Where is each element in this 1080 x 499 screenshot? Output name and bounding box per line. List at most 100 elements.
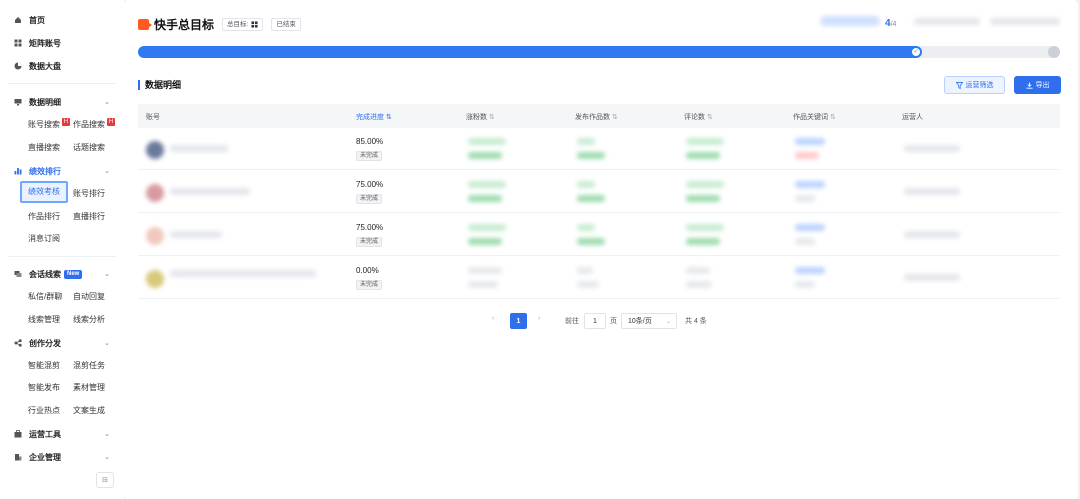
progress-value: 75.00% bbox=[356, 180, 384, 189]
progress-end-dot bbox=[1048, 46, 1060, 58]
redacted-text bbox=[914, 18, 980, 25]
prev-page-button[interactable]: ‹ bbox=[492, 315, 494, 322]
grid-small-icon bbox=[251, 21, 258, 28]
button-label: 导出 bbox=[1035, 82, 1050, 89]
sub-auto-reply[interactable]: 自动回复 bbox=[73, 289, 105, 305]
sort-icon: ⇅ bbox=[488, 114, 495, 121]
redacted-text bbox=[795, 267, 825, 274]
redacted-text bbox=[468, 238, 502, 245]
chat-icon bbox=[14, 270, 22, 278]
avatar bbox=[146, 141, 164, 159]
select-value: 10条/页 bbox=[628, 318, 652, 325]
count-sub: /4 bbox=[890, 21, 897, 28]
table-row[interactable]: 85.00% 未完成 bbox=[138, 128, 1060, 170]
redacted-text bbox=[577, 138, 595, 145]
table-row[interactable]: 75.00% 未完成 bbox=[138, 214, 1060, 256]
redacted-text bbox=[686, 138, 724, 145]
nav-group-leads[interactable]: 会话线索 New ⌄ bbox=[0, 265, 124, 283]
nav-item-dashboard[interactable]: 数据大盘 bbox=[0, 57, 124, 75]
sub-message-subscription[interactable]: 消息订阅 bbox=[28, 231, 60, 247]
sub-live-search[interactable]: 直播搜索 bbox=[28, 140, 60, 156]
sub-topic-search[interactable]: 话题搜索 bbox=[73, 140, 105, 156]
check-icon: ✓ bbox=[912, 48, 920, 56]
nav-label: 绩效排行 bbox=[29, 166, 61, 176]
sub-copy-generation[interactable]: 文案生成 bbox=[73, 403, 105, 419]
page-size-select[interactable]: 10条/页 ⌄ bbox=[621, 313, 677, 329]
chart-pie-icon bbox=[14, 62, 22, 70]
nav-item-home[interactable]: 首页 bbox=[0, 11, 124, 29]
sub-account-ranking[interactable]: 账号排行 bbox=[73, 186, 105, 202]
ops-filter-button[interactable]: 运营筛选 bbox=[944, 76, 1005, 94]
filter-icon bbox=[955, 81, 963, 89]
sub-private-chat[interactable]: 私信/群聊 bbox=[28, 289, 62, 305]
redacted-text bbox=[577, 224, 595, 231]
bar-chart-icon bbox=[14, 167, 22, 175]
column-label: 完成进度 bbox=[356, 114, 384, 121]
table-row[interactable]: 75.00% 未完成 bbox=[138, 171, 1060, 213]
chevron-down-icon: ⌄ bbox=[104, 431, 110, 438]
avatar bbox=[146, 184, 164, 202]
total-count: 共 4 条 bbox=[685, 318, 707, 325]
page-button-current[interactable]: 1 bbox=[510, 313, 527, 329]
column-header-fans-gain[interactable]: 涨粉数 ⇅ bbox=[466, 112, 495, 122]
sub-live-ranking[interactable]: 直播排行 bbox=[73, 209, 105, 225]
table-row[interactable]: 0.00% 未完成 bbox=[138, 257, 1060, 299]
progress-fill bbox=[138, 46, 922, 58]
column-header-comments[interactable]: 评论数 ⇅ bbox=[684, 112, 713, 122]
sub-works-ranking[interactable]: 作品排行 bbox=[28, 209, 60, 225]
chevron-down-icon: ⌄ bbox=[104, 271, 110, 278]
progress-value: 85.00% bbox=[356, 137, 384, 146]
download-icon bbox=[1025, 81, 1033, 89]
column-header-progress[interactable]: 完成进度 ⇅ bbox=[356, 112, 392, 122]
redacted-text bbox=[577, 238, 605, 245]
redacted-text bbox=[577, 152, 605, 159]
divider bbox=[8, 83, 116, 84]
redacted-text bbox=[795, 138, 825, 145]
redacted-text bbox=[170, 270, 316, 277]
column-header-works-published[interactable]: 发布作品数 ⇅ bbox=[575, 112, 618, 122]
redacted-text bbox=[904, 231, 960, 238]
sub-industry-trends[interactable]: 行业热点 bbox=[28, 403, 60, 419]
sort-icon: ⇅ bbox=[706, 114, 713, 121]
redacted-text bbox=[990, 18, 1060, 25]
sub-works-search[interactable]: 作品搜索 H bbox=[73, 117, 115, 133]
divider bbox=[8, 256, 116, 257]
next-page-button[interactable]: › bbox=[538, 315, 540, 322]
sub-smart-remix[interactable]: 智能混剪 bbox=[28, 358, 60, 374]
chevron-down-icon: ⌄ bbox=[104, 340, 110, 347]
redacted-text bbox=[686, 281, 712, 288]
redacted-text bbox=[577, 195, 605, 202]
redacted-text bbox=[904, 188, 960, 195]
redacted-text bbox=[170, 145, 228, 152]
sub-leads-management[interactable]: 线索管理 bbox=[28, 312, 60, 328]
sub-account-search[interactable]: 账号搜索 H bbox=[28, 117, 70, 133]
redacted-text bbox=[795, 181, 825, 188]
sub-material-management[interactable]: 素材管理 bbox=[73, 380, 105, 396]
nav-group-performance[interactable]: 绩效排行 ⌄ bbox=[0, 162, 124, 180]
sub-leads-analysis[interactable]: 线索分析 bbox=[73, 312, 105, 328]
nav-item-matrix-accounts[interactable]: 矩阵账号 bbox=[0, 34, 124, 52]
nav-group-ops-tools[interactable]: 运营工具 ⌄ bbox=[0, 425, 124, 443]
page-unit-label: 页 bbox=[610, 318, 617, 325]
sub-remix-tasks[interactable]: 混剪任务 bbox=[73, 358, 105, 374]
monitor-icon bbox=[14, 98, 22, 106]
redacted-text bbox=[686, 238, 720, 245]
sidebar-collapse-button[interactable]: ⊟ bbox=[96, 472, 114, 488]
nav-group-data-detail[interactable]: 数据明细 ⌄ bbox=[0, 93, 124, 111]
avatar bbox=[146, 227, 164, 245]
column-label: 涨粉数 bbox=[466, 114, 487, 121]
redacted-text bbox=[468, 267, 502, 274]
goto-page-input[interactable]: 1 bbox=[584, 313, 606, 329]
sub-smart-publish[interactable]: 智能发布 bbox=[28, 380, 60, 396]
nav-group-creation[interactable]: 创作分发 ⌄ bbox=[0, 334, 124, 352]
column-label: 评论数 bbox=[684, 114, 705, 121]
nav-group-enterprise[interactable]: 企业管理 ⌄ bbox=[0, 448, 124, 466]
sub-label: 作品搜索 bbox=[73, 120, 105, 129]
sub-performance-review[interactable]: 绩效考核 bbox=[20, 181, 68, 203]
tag-label: 总目标: bbox=[227, 20, 249, 28]
column-header-keywords[interactable]: 作品关键词 ⇅ bbox=[793, 112, 836, 122]
redacted-text bbox=[468, 281, 498, 288]
export-button[interactable]: 导出 bbox=[1014, 76, 1061, 94]
nav-label: 数据大盘 bbox=[29, 61, 61, 71]
redacted-text bbox=[686, 267, 710, 274]
